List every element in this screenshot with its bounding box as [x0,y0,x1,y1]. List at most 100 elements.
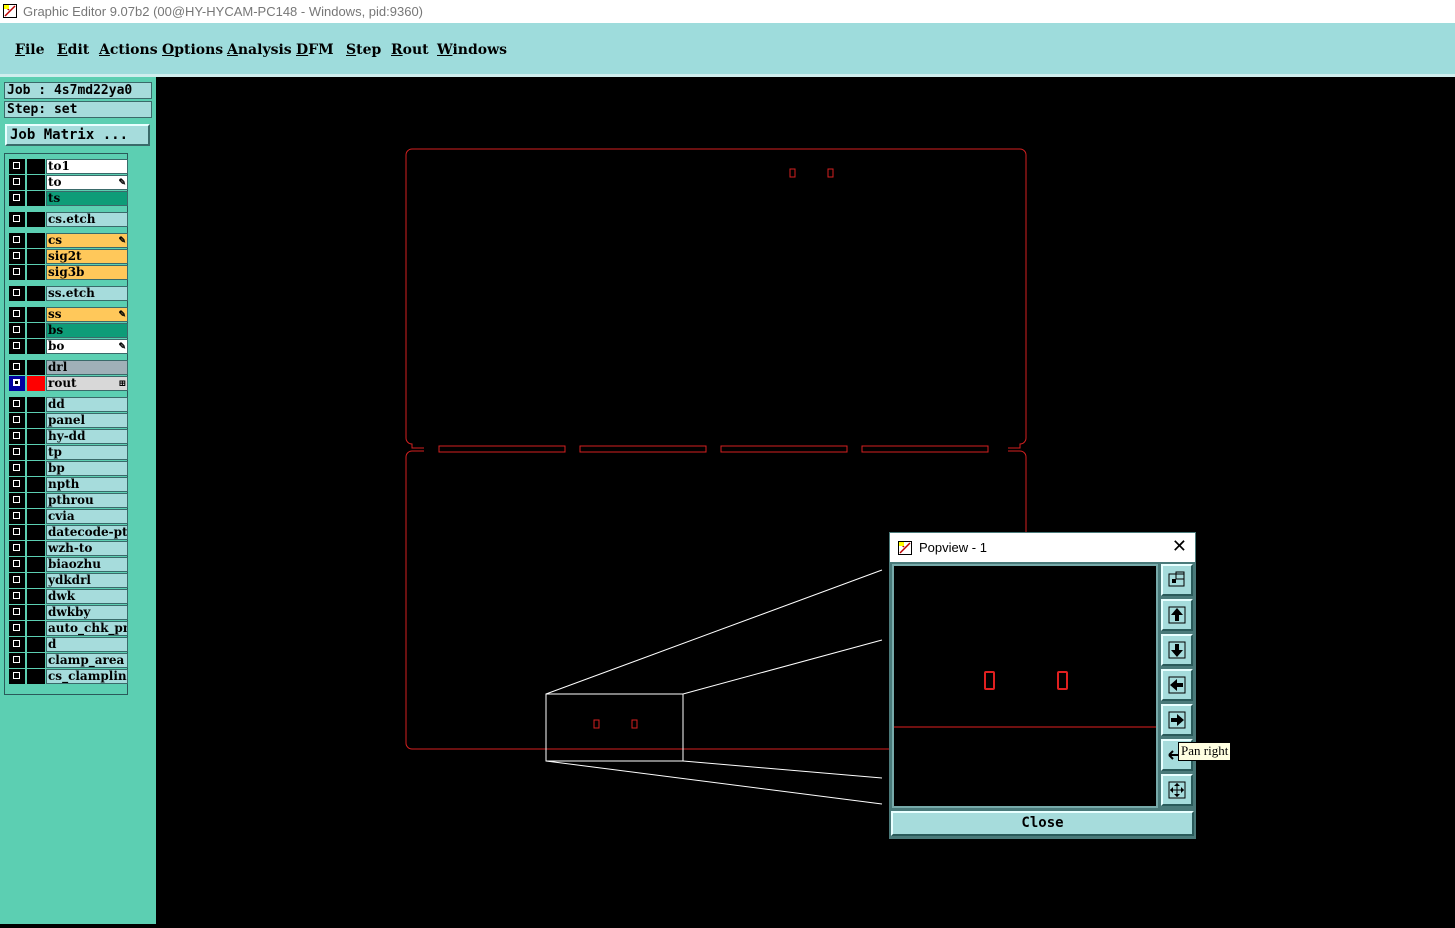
layer-color-swatch[interactable] [27,557,45,572]
layer-row-sig2t[interactable]: sig2t [9,249,129,264]
layer-name[interactable]: drl [46,360,128,375]
layer-row-to1[interactable]: to1 [9,159,129,174]
layer-row-biaozhu[interactable]: biaozhu [9,557,129,572]
layer-row-npth[interactable]: npth [9,477,129,492]
layer-row-ss-etch[interactable]: ss.etch [9,286,129,301]
layer-row-tp[interactable]: tp [9,445,129,460]
popview-viewport[interactable] [892,564,1158,808]
layer-color-swatch[interactable] [27,360,45,375]
layer-color-swatch[interactable] [27,493,45,508]
layer-checkbox[interactable] [9,212,25,227]
layer-checkbox[interactable] [9,653,25,668]
layer-row-panel[interactable]: panel [9,413,129,428]
layer-row-bo[interactable]: bo ✎ [9,339,129,354]
menu-dfm[interactable]: DFM [296,42,334,58]
layer-row-pthrou[interactable]: pthrou [9,493,129,508]
layer-name[interactable]: dwk [46,589,128,604]
layer-name[interactable]: ss ✎ [46,307,128,322]
menu-actions[interactable]: Actions [99,42,158,58]
layer-row-ss[interactable]: ss ✎ [9,307,129,322]
layer-name[interactable]: ydkdrl [46,573,128,588]
layer-color-swatch[interactable] [27,605,45,620]
layer-color-swatch[interactable] [27,323,45,338]
layer-color-swatch[interactable] [27,175,45,190]
layer-name[interactable]: bs [46,323,128,338]
menu-step[interactable]: Step [346,42,381,58]
layer-name[interactable]: sig2t [46,249,128,264]
layer-name[interactable]: biaozhu [46,557,128,572]
layer-color-swatch[interactable] [27,461,45,476]
menu-windows[interactable]: Windows [437,42,507,58]
layer-row-ydkdrl[interactable]: ydkdrl [9,573,129,588]
layer-color-swatch[interactable] [27,159,45,174]
layer-name[interactable]: rout ⊞ [46,376,128,391]
layer-color-swatch[interactable] [27,413,45,428]
layer-color-swatch[interactable] [27,669,45,684]
layer-color-swatch[interactable] [27,376,45,391]
layer-checkbox[interactable] [9,175,25,190]
popview-close-button[interactable]: Close [891,811,1194,836]
layer-checkbox[interactable] [9,541,25,556]
layer-color-swatch[interactable] [27,525,45,540]
layer-color-swatch[interactable] [27,397,45,412]
layer-name[interactable]: datecode-pte [46,525,128,540]
layer-checkbox[interactable] [9,669,25,684]
layer-row-to[interactable]: to ✎ [9,175,129,190]
layer-color-swatch[interactable] [27,445,45,460]
layer-name[interactable]: bo ✎ [46,339,128,354]
layer-name[interactable]: cs.etch [46,212,128,227]
menu-rout[interactable]: Rout [391,42,429,58]
layer-name[interactable]: panel [46,413,128,428]
layer-row-cs-clampline[interactable]: cs_clampline [9,669,129,684]
layer-checkbox[interactable] [9,413,25,428]
layer-name[interactable]: bp [46,461,128,476]
layer-color-swatch[interactable] [27,621,45,636]
layer-row-hy-dd[interactable]: hy-dd [9,429,129,444]
layer-name[interactable]: sig3b [46,265,128,280]
layer-checkbox[interactable] [9,191,25,206]
layer-name[interactable]: cs_clampline [46,669,128,684]
layer-name[interactable]: cs ✎ [46,233,128,248]
layer-checkbox[interactable] [9,589,25,604]
layer-checkbox[interactable] [9,249,25,264]
layer-checkbox[interactable] [9,339,25,354]
layer-color-swatch[interactable] [27,637,45,652]
job-matrix-button[interactable]: Job Matrix ... [5,124,150,146]
layer-color-swatch[interactable] [27,212,45,227]
fit-all-button[interactable] [1161,774,1193,806]
layer-name[interactable]: clamp_area [46,653,128,668]
close-icon[interactable]: ✕ [1172,536,1187,557]
menu-file[interactable]: File [15,42,45,58]
layer-checkbox[interactable] [9,159,25,174]
pan-down-button[interactable] [1161,634,1193,666]
layer-row-dwk[interactable]: dwk [9,589,129,604]
menu-options[interactable]: Options [162,42,223,58]
layer-color-swatch[interactable] [27,573,45,588]
layer-checkbox[interactable] [9,445,25,460]
layer-row-cs[interactable]: cs ✎ [9,233,129,248]
layer-row-rout[interactable]: rout ⊞ [9,376,129,391]
layer-checkbox[interactable] [9,376,25,391]
menu-analysis[interactable]: Analysis [227,42,292,58]
layer-name[interactable]: hy-dd [46,429,128,444]
layer-name[interactable]: npth [46,477,128,492]
layer-color-swatch[interactable] [27,589,45,604]
popview-title-bar[interactable]: Popview - 1 ✕ [890,533,1195,562]
layer-name[interactable]: d [46,637,128,652]
layer-row-drl[interactable]: drl [9,360,129,375]
layer-color-swatch[interactable] [27,339,45,354]
layer-checkbox[interactable] [9,525,25,540]
layer-color-swatch[interactable] [27,191,45,206]
layer-color-swatch[interactable] [27,653,45,668]
layer-row-clamp-area[interactable]: clamp_area [9,653,129,668]
zoom-home-button[interactable] [1161,564,1193,596]
layer-color-swatch[interactable] [27,429,45,444]
layer-checkbox[interactable] [9,461,25,476]
layer-row-cs-etch[interactable]: cs.etch [9,212,129,227]
layer-checkbox[interactable] [9,637,25,652]
graphic-canvas[interactable] [156,77,1455,924]
layer-row-bp[interactable]: bp [9,461,129,476]
layer-checkbox[interactable] [9,573,25,588]
layer-name[interactable]: to1 [46,159,128,174]
layer-name[interactable]: pthrou [46,493,128,508]
